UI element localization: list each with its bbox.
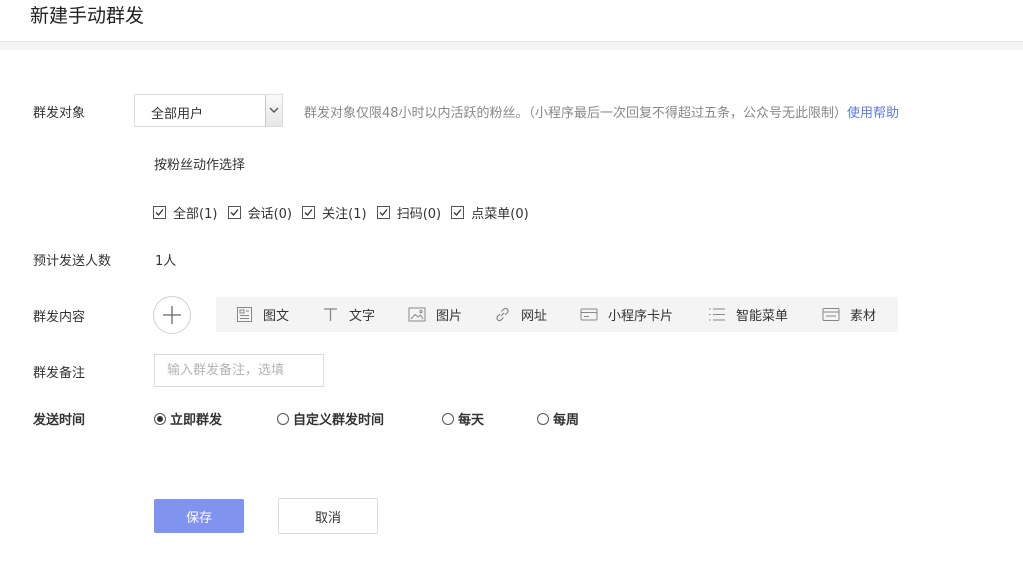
radio-daily[interactable]: 每天 — [442, 409, 484, 428]
checkbox-label: 关注(1) — [322, 206, 367, 222]
page-header: 新建手动群发 — [0, 0, 1023, 42]
checkbox-scan[interactable]: 扫码(0) — [376, 203, 442, 222]
checkbox-box[interactable] — [376, 205, 390, 219]
checkbox-menu-click[interactable]: 点菜单(0) — [451, 203, 529, 222]
checkbox-box[interactable] — [302, 205, 316, 219]
select-arrow-button[interactable] — [265, 95, 282, 126]
tool-image[interactable]: 图片 — [408, 297, 462, 332]
cancel-button[interactable]: 取消 — [278, 498, 378, 534]
link-icon — [496, 307, 509, 322]
checkbox-all[interactable]: 全部(1) — [153, 203, 218, 222]
radio-button[interactable] — [442, 412, 454, 425]
tool-label: 图文 — [263, 309, 290, 324]
remark-input[interactable] — [154, 354, 324, 387]
check-icon — [230, 208, 239, 216]
send-time-label: 发送时间 — [33, 413, 86, 428]
target-hint: 群发对象仅限48小时以内活跃的粉丝。（小程序最后一次回复不得超过五条，公众号无此… — [304, 102, 899, 121]
material-icon — [822, 308, 840, 321]
checkbox-label: 扫码(0) — [396, 206, 442, 222]
tool-mini-program-card[interactable]: 小程序卡片 — [580, 297, 673, 332]
check-icon — [304, 208, 313, 216]
tool-link[interactable]: 网址 — [494, 297, 547, 332]
target-select[interactable]: 全部用户 — [134, 94, 283, 127]
tool-label: 小程序卡片 — [608, 309, 674, 324]
tool-text[interactable]: 文字 — [322, 297, 375, 332]
filter-title: 按粉丝动作选择 — [154, 158, 246, 173]
add-content-button[interactable] — [153, 296, 191, 334]
header-divider — [0, 42, 1023, 50]
checkbox-conversation[interactable]: 会话(0) — [227, 203, 292, 222]
radio-label: 立即群发 — [170, 413, 223, 428]
plus-icon — [163, 306, 181, 324]
estimate-value: 1人 — [155, 254, 177, 269]
tool-article[interactable]: 图文 — [236, 297, 289, 332]
menu-list-icon — [709, 308, 725, 321]
target-label: 群发对象 — [33, 106, 86, 121]
check-icon — [453, 208, 462, 216]
checkbox-follow[interactable]: 关注(1) — [302, 203, 367, 222]
radio-button[interactable] — [277, 412, 289, 425]
text-icon — [324, 308, 337, 321]
target-select-value: 全部用户 — [151, 107, 204, 122]
filter-checkbox-group: 全部(1) 会话(0) 关注(1) 扫码(0) 点菜单(0) — [153, 203, 535, 223]
tool-smart-menu[interactable]: 智能菜单 — [708, 297, 788, 332]
checkbox-label: 会话(0) — [247, 206, 292, 222]
check-icon — [379, 208, 388, 216]
radio-button[interactable] — [154, 412, 166, 425]
checkbox-box[interactable] — [153, 205, 166, 219]
check-icon — [155, 208, 164, 216]
image-icon — [408, 307, 426, 322]
tool-label: 图片 — [436, 309, 463, 324]
radio-label: 自定义群发时间 — [293, 413, 385, 428]
tool-label: 网址 — [521, 309, 548, 324]
remark-label: 群发备注 — [33, 366, 86, 381]
page-title: 新建手动群发 — [30, 5, 145, 27]
content-type-toolbar: 图文 文字 图片 网址 小程序卡片 智能菜单 素材 — [216, 297, 898, 332]
checkbox-label: 全部(1) — [173, 206, 218, 222]
estimate-label: 预计发送人数 — [33, 254, 112, 269]
tool-label: 素材 — [850, 309, 877, 324]
tool-material[interactable]: 素材 — [822, 297, 876, 332]
radio-label: 每周 — [553, 413, 580, 428]
radio-button[interactable] — [537, 412, 549, 425]
target-hint-text: 群发对象仅限48小时以内活跃的粉丝。（小程序最后一次回复不得超过五条，公众号无此… — [304, 106, 848, 121]
radio-label: 每天 — [458, 413, 485, 428]
tool-label: 文字 — [349, 309, 376, 324]
tool-label: 智能菜单 — [736, 309, 789, 324]
help-link[interactable]: 使用帮助 — [847, 106, 899, 121]
content-label: 群发内容 — [33, 310, 86, 325]
checkbox-box[interactable] — [451, 205, 465, 219]
card-icon — [580, 308, 598, 321]
checkbox-box[interactable] — [227, 205, 241, 219]
chevron-down-icon — [269, 107, 279, 113]
radio-weekly[interactable]: 每周 — [537, 409, 579, 428]
save-button[interactable]: 保存 — [154, 499, 244, 533]
radio-custom-time[interactable]: 自定义群发时间 — [277, 409, 384, 428]
article-icon — [237, 307, 252, 322]
radio-send-now[interactable]: 立即群发 — [154, 409, 222, 428]
checkbox-label: 点菜单(0) — [471, 206, 529, 222]
